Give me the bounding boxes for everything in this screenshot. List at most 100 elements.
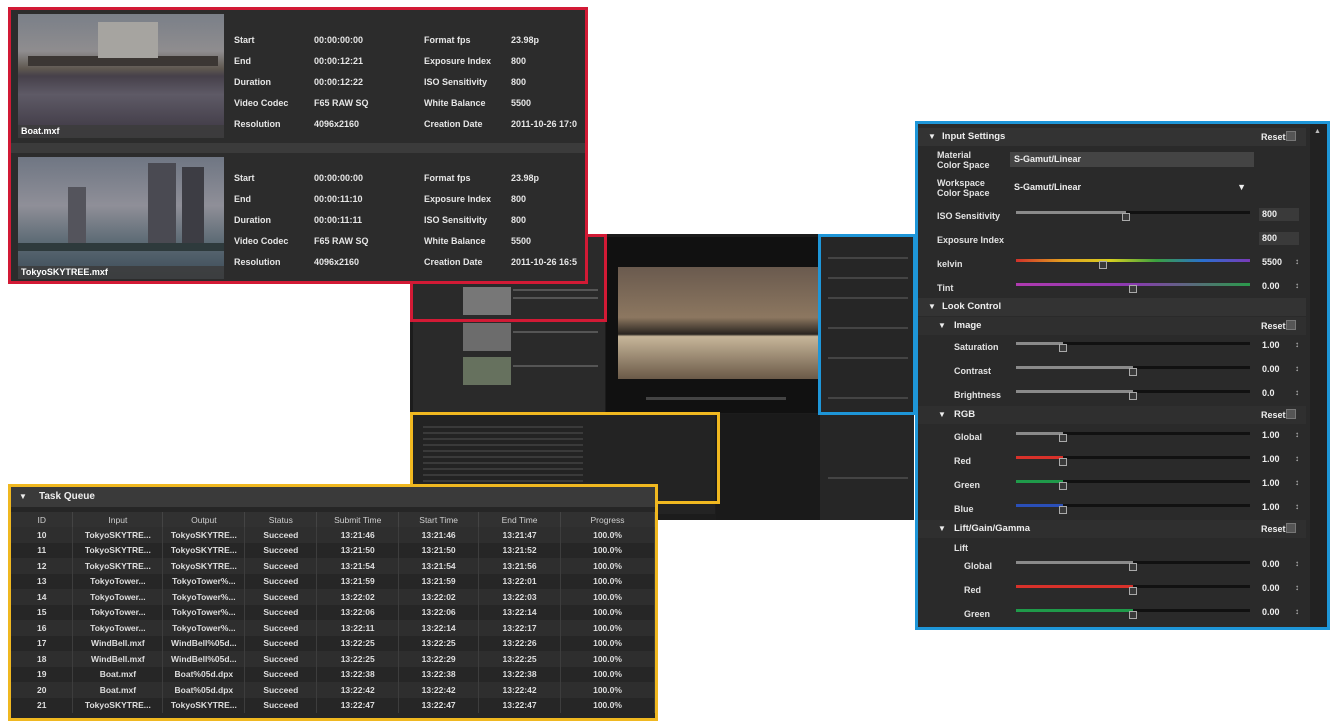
lift-red-slider[interactable] xyxy=(1016,581,1250,595)
iso-slider[interactable] xyxy=(1016,207,1250,221)
table-row[interactable]: 20 Boat.mxf Boat%05d.dpx Succeed 13:22:42 13:… xyxy=(11,682,655,698)
reset-checkbox[interactable] xyxy=(1286,131,1296,141)
section-lift-gain-gamma[interactable]: ▼ Lift/Gain/Gamma Reset xyxy=(918,520,1306,538)
section-image[interactable]: ▼ Image Reset xyxy=(918,317,1306,335)
column-header[interactable]: Start Time xyxy=(398,512,480,527)
slider-knob[interactable] xyxy=(1058,482,1067,490)
stepper-icon[interactable]: ↕ xyxy=(1295,340,1299,349)
collapse-triangle-icon[interactable]: ▼ xyxy=(938,406,946,424)
rgb-global-value[interactable]: 1.00 xyxy=(1259,429,1299,442)
slider-knob[interactable] xyxy=(1121,213,1130,221)
slider-knob[interactable] xyxy=(1129,285,1137,293)
column-header[interactable]: Progress xyxy=(560,512,655,527)
collapse-triangle-icon[interactable]: ▼ xyxy=(938,317,946,335)
reset-checkbox[interactable] xyxy=(1286,523,1296,533)
clip-thumbnail[interactable]: Boat.mxf xyxy=(18,14,224,138)
stepper-icon[interactable]: ↕ xyxy=(1295,454,1299,463)
table-row[interactable]: 18 WindBell.mxf WindBell%05d... Succeed 13:2… xyxy=(11,651,655,667)
stepper-icon[interactable]: ↕ xyxy=(1295,502,1299,511)
rgb-green-slider[interactable] xyxy=(1016,476,1250,490)
scroll-up-icon[interactable]: ▲ xyxy=(1314,128,1321,135)
section-rgb[interactable]: ▼ RGB Reset xyxy=(918,406,1306,424)
slider-knob[interactable] xyxy=(1129,368,1137,376)
column-header[interactable]: Output xyxy=(162,512,246,527)
section-look-control[interactable]: ▼ Look Control xyxy=(918,298,1306,316)
stepper-icon[interactable]: ↕ xyxy=(1295,257,1299,266)
collapse-triangle-icon[interactable]: ▼ xyxy=(19,487,27,507)
slider-knob[interactable] xyxy=(1129,392,1137,400)
kelvin-value[interactable]: 5500 xyxy=(1259,256,1299,269)
table-row[interactable]: 19 Boat.mxf Boat%05d.dpx Succeed 13:22:38 13:… xyxy=(11,666,655,682)
column-header[interactable]: Submit Time xyxy=(316,512,400,527)
rgb-red-slider[interactable] xyxy=(1016,452,1250,466)
brightness-value[interactable]: 0.0 xyxy=(1259,387,1299,400)
iso-value-field[interactable]: 800 xyxy=(1259,208,1299,221)
clip-item[interactable]: TokyoSKYTREE.mxf Start 00:00:00:00 Forma… xyxy=(11,153,585,281)
table-row[interactable]: 17 WindBell.mxf WindBell%05d... Succeed 13:2… xyxy=(11,635,655,651)
reset-button[interactable]: Reset xyxy=(1261,520,1286,538)
stepper-icon[interactable]: ↕ xyxy=(1295,430,1299,439)
lift-global-slider[interactable] xyxy=(1016,557,1250,571)
rgb-green-value[interactable]: 1.00 xyxy=(1259,477,1299,490)
lift-green-slider[interactable] xyxy=(1016,605,1250,619)
table-row[interactable]: 12 TokyoSKYTRE... TokyoSKYTRE... Succeed 13:… xyxy=(11,558,655,574)
rgb-global-slider[interactable] xyxy=(1016,428,1250,442)
section-input-settings[interactable]: ▼ Input Settings Reset xyxy=(918,128,1306,146)
rgb-red-value[interactable]: 1.00 xyxy=(1259,453,1299,466)
column-header[interactable]: ID xyxy=(11,512,74,527)
task-queue-header[interactable]: ▼ Task Queue xyxy=(11,487,655,507)
slider-knob[interactable] xyxy=(1058,458,1067,466)
reset-checkbox[interactable] xyxy=(1286,409,1296,419)
exposure-index-field[interactable]: 800 xyxy=(1259,232,1299,245)
lift-green-value[interactable]: 0.00 xyxy=(1259,606,1299,619)
scrollbar[interactable]: ▲ xyxy=(1310,124,1327,627)
stepper-icon[interactable]: ↕ xyxy=(1295,478,1299,487)
column-header[interactable]: Status xyxy=(244,512,318,527)
lift-global-value[interactable]: 0.00 xyxy=(1259,558,1299,571)
table-row[interactable]: 13 TokyoTower... TokyoTower%... Succeed 13:2… xyxy=(11,573,655,589)
table-row[interactable]: 14 TokyoTower... TokyoTower%... Succeed 13:2… xyxy=(11,589,655,605)
clip-item[interactable]: Boat.mxf Start 00:00:00:00 Format fps 23… xyxy=(11,10,585,143)
table-row[interactable]: 11 TokyoSKYTRE... TokyoSKYTRE... Succeed 13:… xyxy=(11,542,655,558)
lift-red-value[interactable]: 0.00 xyxy=(1259,582,1299,595)
stepper-icon[interactable]: ↕ xyxy=(1295,583,1299,592)
stepper-icon[interactable]: ↕ xyxy=(1295,364,1299,373)
workspace-color-space-select[interactable]: S-Gamut/Linear ▼ xyxy=(1010,180,1254,195)
collapse-triangle-icon[interactable]: ▼ xyxy=(938,520,946,538)
reset-button[interactable]: Reset xyxy=(1261,406,1286,424)
stepper-icon[interactable]: ↕ xyxy=(1295,607,1299,616)
reset-checkbox[interactable] xyxy=(1286,320,1296,330)
tint-value[interactable]: 0.00 xyxy=(1259,280,1299,293)
saturation-value[interactable]: 1.00 xyxy=(1259,339,1299,352)
clip-thumbnail[interactable]: TokyoSKYTREE.mxf xyxy=(18,157,224,279)
slider-knob[interactable] xyxy=(1098,261,1107,269)
stepper-icon[interactable]: ↕ xyxy=(1295,281,1299,290)
column-header[interactable]: Input xyxy=(72,512,164,527)
slider-knob[interactable] xyxy=(1129,587,1137,595)
stepper-icon[interactable]: ↕ xyxy=(1295,559,1299,568)
saturation-slider[interactable] xyxy=(1016,338,1250,352)
slider-knob[interactable] xyxy=(1129,611,1137,619)
slider-knob[interactable] xyxy=(1058,344,1067,352)
slider-knob[interactable] xyxy=(1058,434,1067,442)
collapse-triangle-icon[interactable]: ▼ xyxy=(928,298,936,316)
rgb-blue-value[interactable]: 1.00 xyxy=(1259,501,1299,514)
contrast-slider[interactable] xyxy=(1016,362,1250,376)
reset-button[interactable]: Reset xyxy=(1261,317,1286,335)
material-color-space-field[interactable]: S-Gamut/Linear xyxy=(1010,152,1254,167)
stepper-icon[interactable]: ↕ xyxy=(1295,388,1299,397)
slider-knob[interactable] xyxy=(1129,563,1137,571)
reset-button[interactable]: Reset xyxy=(1261,128,1286,146)
collapse-triangle-icon[interactable]: ▼ xyxy=(928,128,936,146)
contrast-value[interactable]: 0.00 xyxy=(1259,363,1299,376)
tint-slider[interactable] xyxy=(1016,279,1250,293)
table-row[interactable]: 10 TokyoSKYTRE... TokyoSKYTRE... Succeed 13:… xyxy=(11,527,655,543)
rgb-blue-slider[interactable] xyxy=(1016,500,1250,514)
table-row[interactable]: 16 TokyoTower... TokyoTower%... Succeed 13:2… xyxy=(11,620,655,636)
table-row[interactable]: 21 TokyoSKYTRE... TokyoSKYTRE... Succeed 13:… xyxy=(11,697,655,713)
table-row[interactable]: 15 TokyoTower... TokyoTower%... Succeed 13:2… xyxy=(11,604,655,620)
slider-knob[interactable] xyxy=(1058,506,1067,514)
kelvin-slider[interactable] xyxy=(1016,255,1250,269)
column-header[interactable]: End Time xyxy=(478,512,562,527)
brightness-slider[interactable] xyxy=(1016,386,1250,400)
